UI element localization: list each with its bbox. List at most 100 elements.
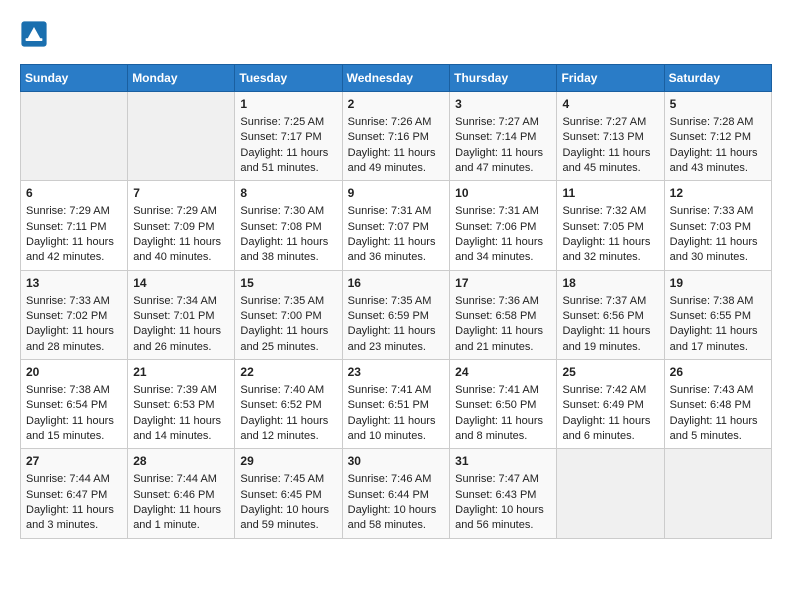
day-info-line: Sunrise: 7:41 AM: [455, 383, 551, 398]
day-info-line: Sunrise: 7:27 AM: [562, 115, 658, 130]
day-info-line: Sunset: 6:53 PM: [133, 398, 229, 413]
day-number: 7: [133, 185, 229, 202]
day-of-week-header: Monday: [128, 65, 235, 92]
day-number: 24: [455, 364, 551, 381]
day-number: 29: [240, 453, 336, 470]
day-info-line: Daylight: 11 hours and 28 minutes.: [26, 324, 122, 355]
day-of-week-header: Friday: [557, 65, 664, 92]
day-number: 27: [26, 453, 122, 470]
day-info-line: Sunrise: 7:30 AM: [240, 204, 336, 219]
calendar-day-cell: 3Sunrise: 7:27 AMSunset: 7:14 PMDaylight…: [450, 92, 557, 181]
day-info-line: Daylight: 11 hours and 42 minutes.: [26, 235, 122, 266]
day-info-line: Sunset: 7:16 PM: [348, 130, 445, 145]
day-number: 10: [455, 185, 551, 202]
day-info-line: Daylight: 11 hours and 51 minutes.: [240, 146, 336, 177]
calendar-day-cell: 14Sunrise: 7:34 AMSunset: 7:01 PMDayligh…: [128, 270, 235, 359]
day-info-line: Sunset: 6:50 PM: [455, 398, 551, 413]
day-info-line: Sunset: 6:49 PM: [562, 398, 658, 413]
day-info-line: Sunrise: 7:35 AM: [240, 294, 336, 309]
day-info-line: Daylight: 11 hours and 12 minutes.: [240, 414, 336, 445]
day-info-line: Sunset: 7:02 PM: [26, 309, 122, 324]
day-info-line: Daylight: 11 hours and 1 minute.: [133, 503, 229, 534]
day-number: 20: [26, 364, 122, 381]
calendar-day-cell: [128, 92, 235, 181]
calendar-day-cell: 16Sunrise: 7:35 AMSunset: 6:59 PMDayligh…: [342, 270, 450, 359]
day-number: 11: [562, 185, 658, 202]
day-number: 4: [562, 96, 658, 113]
day-info-line: Daylight: 11 hours and 5 minutes.: [670, 414, 766, 445]
day-info-line: Sunrise: 7:26 AM: [348, 115, 445, 130]
days-row: SundayMondayTuesdayWednesdayThursdayFrid…: [21, 65, 772, 92]
day-info-line: Daylight: 11 hours and 10 minutes.: [348, 414, 445, 445]
day-info-line: Sunset: 7:09 PM: [133, 220, 229, 235]
day-number: 2: [348, 96, 445, 113]
day-info-line: Sunset: 7:17 PM: [240, 130, 336, 145]
calendar-day-cell: 21Sunrise: 7:39 AMSunset: 6:53 PMDayligh…: [128, 360, 235, 449]
calendar-week-row: 13Sunrise: 7:33 AMSunset: 7:02 PMDayligh…: [21, 270, 772, 359]
day-number: 3: [455, 96, 551, 113]
day-number: 14: [133, 275, 229, 292]
day-info-line: Daylight: 11 hours and 47 minutes.: [455, 146, 551, 177]
day-info-line: Sunset: 7:03 PM: [670, 220, 766, 235]
day-info-line: Sunrise: 7:29 AM: [26, 204, 122, 219]
day-info-line: Sunset: 7:11 PM: [26, 220, 122, 235]
day-info-line: Sunrise: 7:38 AM: [26, 383, 122, 398]
day-number: 23: [348, 364, 445, 381]
calendar-day-cell: 11Sunrise: 7:32 AMSunset: 7:05 PMDayligh…: [557, 181, 664, 270]
day-of-week-header: Wednesday: [342, 65, 450, 92]
calendar-week-row: 20Sunrise: 7:38 AMSunset: 6:54 PMDayligh…: [21, 360, 772, 449]
day-info-line: Sunrise: 7:39 AM: [133, 383, 229, 398]
day-info-line: Daylight: 11 hours and 17 minutes.: [670, 324, 766, 355]
calendar-day-cell: 22Sunrise: 7:40 AMSunset: 6:52 PMDayligh…: [235, 360, 342, 449]
day-info-line: Sunset: 6:56 PM: [562, 309, 658, 324]
day-info-line: Sunrise: 7:41 AM: [348, 383, 445, 398]
day-of-week-header: Saturday: [664, 65, 771, 92]
day-info-line: Sunset: 7:00 PM: [240, 309, 336, 324]
calendar-day-cell: 12Sunrise: 7:33 AMSunset: 7:03 PMDayligh…: [664, 181, 771, 270]
calendar-day-cell: 4Sunrise: 7:27 AMSunset: 7:13 PMDaylight…: [557, 92, 664, 181]
calendar-day-cell: 25Sunrise: 7:42 AMSunset: 6:49 PMDayligh…: [557, 360, 664, 449]
day-info-line: Sunrise: 7:44 AM: [26, 472, 122, 487]
day-info-line: Sunrise: 7:32 AM: [562, 204, 658, 219]
day-info-line: Sunset: 6:58 PM: [455, 309, 551, 324]
calendar-table: SundayMondayTuesdayWednesdayThursdayFrid…: [20, 64, 772, 539]
day-info-line: Sunrise: 7:42 AM: [562, 383, 658, 398]
day-number: 17: [455, 275, 551, 292]
day-info-line: Sunset: 6:51 PM: [348, 398, 445, 413]
day-info-line: Sunset: 6:44 PM: [348, 488, 445, 503]
calendar-day-cell: 13Sunrise: 7:33 AMSunset: 7:02 PMDayligh…: [21, 270, 128, 359]
calendar-day-cell: 18Sunrise: 7:37 AMSunset: 6:56 PMDayligh…: [557, 270, 664, 359]
day-info-line: Sunset: 6:48 PM: [670, 398, 766, 413]
day-info-line: Sunrise: 7:36 AM: [455, 294, 551, 309]
logo-icon: [20, 20, 48, 48]
day-info-line: Sunrise: 7:40 AM: [240, 383, 336, 398]
day-number: 30: [348, 453, 445, 470]
day-info-line: Sunrise: 7:47 AM: [455, 472, 551, 487]
calendar-day-cell: 7Sunrise: 7:29 AMSunset: 7:09 PMDaylight…: [128, 181, 235, 270]
day-info-line: Sunset: 7:07 PM: [348, 220, 445, 235]
day-info-line: Daylight: 11 hours and 40 minutes.: [133, 235, 229, 266]
day-number: 19: [670, 275, 766, 292]
day-info-line: Daylight: 11 hours and 38 minutes.: [240, 235, 336, 266]
day-info-line: Daylight: 11 hours and 36 minutes.: [348, 235, 445, 266]
day-info-line: Sunrise: 7:25 AM: [240, 115, 336, 130]
calendar-day-cell: 20Sunrise: 7:38 AMSunset: 6:54 PMDayligh…: [21, 360, 128, 449]
day-number: 21: [133, 364, 229, 381]
day-info-line: Sunset: 7:13 PM: [562, 130, 658, 145]
calendar-week-row: 6Sunrise: 7:29 AMSunset: 7:11 PMDaylight…: [21, 181, 772, 270]
day-info-line: Sunset: 6:52 PM: [240, 398, 336, 413]
day-number: 9: [348, 185, 445, 202]
day-info-line: Sunset: 7:05 PM: [562, 220, 658, 235]
day-info-line: Daylight: 11 hours and 19 minutes.: [562, 324, 658, 355]
calendar-week-row: 1Sunrise: 7:25 AMSunset: 7:17 PMDaylight…: [21, 92, 772, 181]
day-info-line: Sunrise: 7:28 AM: [670, 115, 766, 130]
day-number: 16: [348, 275, 445, 292]
calendar-day-cell: 8Sunrise: 7:30 AMSunset: 7:08 PMDaylight…: [235, 181, 342, 270]
day-info-line: Sunset: 7:06 PM: [455, 220, 551, 235]
day-info-line: Sunrise: 7:33 AM: [670, 204, 766, 219]
day-info-line: Sunrise: 7:35 AM: [348, 294, 445, 309]
day-info-line: Sunrise: 7:33 AM: [26, 294, 122, 309]
calendar-day-cell: 26Sunrise: 7:43 AMSunset: 6:48 PMDayligh…: [664, 360, 771, 449]
day-of-week-header: Thursday: [450, 65, 557, 92]
day-info-line: Daylight: 11 hours and 34 minutes.: [455, 235, 551, 266]
